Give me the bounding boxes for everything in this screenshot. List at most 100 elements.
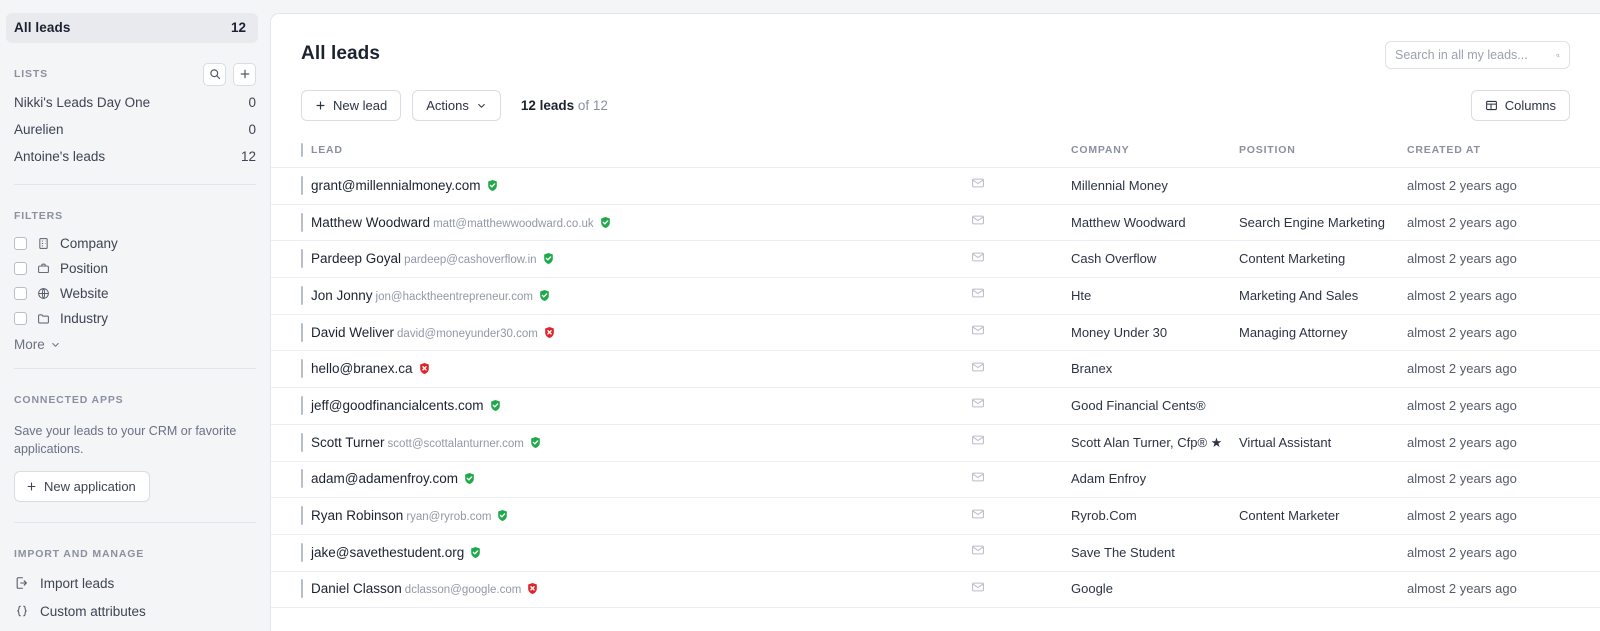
list-item[interactable]: Aurelien 0 — [0, 116, 270, 143]
filter-company[interactable]: Company — [0, 231, 270, 256]
row-checkbox[interactable] — [301, 359, 303, 379]
table-row[interactable]: jake@savethestudent.org Save The Student… — [271, 534, 1600, 572]
verified-badge — [529, 436, 542, 449]
email-icon[interactable] — [971, 213, 985, 227]
filter-checkbox[interactable] — [14, 262, 27, 275]
email-icon[interactable] — [971, 323, 985, 337]
sidebar-item-custom-attributes[interactable]: Custom attributes — [0, 597, 270, 625]
row-checkbox[interactable] — [301, 285, 303, 305]
lead-cell[interactable]: Matthew Woodward matt@matthewwoodward.co.… — [311, 204, 971, 242]
email-icon[interactable] — [971, 286, 985, 300]
email-icon[interactable] — [971, 543, 985, 557]
row-checkbox[interactable] — [301, 432, 303, 452]
email-action-cell[interactable] — [971, 240, 1071, 279]
filter-checkbox[interactable] — [14, 287, 27, 300]
lead-cell[interactable]: David Weliver david@moneyunder30.com — [311, 314, 971, 352]
new-lead-button[interactable]: New lead — [301, 90, 402, 121]
email-action-cell[interactable] — [971, 277, 1071, 315]
lead-cell[interactable]: jake@savethestudent.org — [311, 534, 971, 572]
lead-cell[interactable]: Scott Turner scott@scottalanturner.com — [311, 424, 971, 462]
select-all-checkbox[interactable] — [301, 143, 303, 157]
row-checkbox[interactable] — [301, 579, 303, 599]
row-checkbox[interactable] — [301, 249, 303, 269]
table-row[interactable]: Scott Turner scott@scottalanturner.com Sc… — [271, 424, 1600, 462]
table-row[interactable]: grant@millennialmoney.com Millennial Mon… — [271, 167, 1600, 205]
lead-cell[interactable]: Pardeep Goyal pardeep@cashoverflow.in — [311, 240, 971, 279]
lead-cell[interactable]: grant@millennialmoney.com — [311, 167, 971, 205]
all-leads-label: All leads — [14, 20, 71, 35]
lead-email: david@moneyunder30.com — [397, 327, 538, 340]
plus-icon — [27, 482, 36, 491]
email-action-cell[interactable] — [971, 167, 1071, 205]
created-at-cell: almost 2 years ago — [1407, 167, 1600, 205]
filter-website[interactable]: Website — [0, 281, 270, 306]
actions-button[interactable]: Actions — [412, 90, 501, 121]
email-action-cell[interactable] — [971, 387, 1071, 425]
table-row[interactable]: David Weliver david@moneyunder30.com Mone… — [271, 314, 1600, 352]
email-icon[interactable] — [971, 360, 985, 374]
email-action-cell[interactable] — [971, 424, 1071, 462]
filter-checkbox[interactable] — [14, 237, 27, 250]
position-cell: Marketing And Sales — [1239, 277, 1407, 315]
email-icon[interactable] — [971, 250, 985, 264]
lead-cell[interactable]: jeff@goodfinancialcents.com — [311, 387, 971, 425]
column-header-lead[interactable]: LEAD — [311, 144, 971, 168]
table-row[interactable]: hello@branex.ca Branex almost 2 years ag… — [271, 350, 1600, 389]
sidebar-item-import-leads[interactable]: Import leads — [0, 569, 270, 597]
email-action-cell[interactable] — [971, 204, 1071, 242]
email-icon[interactable] — [971, 580, 985, 594]
lead-cell[interactable]: adam@adamenfroy.com — [311, 461, 971, 499]
lists-search-button[interactable] — [203, 62, 226, 86]
row-checkbox[interactable] — [301, 175, 303, 195]
row-checkbox[interactable] — [301, 212, 303, 232]
search-box[interactable] — [1385, 41, 1570, 69]
row-checkbox[interactable] — [301, 506, 303, 526]
sidebar-item-settings[interactable]: Settings — [0, 625, 270, 631]
company-cell: Millennial Money — [1071, 167, 1239, 205]
column-header-company[interactable]: COMPANY — [1071, 144, 1239, 168]
email-action-cell[interactable] — [971, 534, 1071, 572]
row-checkbox[interactable] — [301, 542, 303, 562]
table-row[interactable]: Daniel Classon dclasson@google.com Google… — [271, 571, 1600, 609]
columns-button[interactable]: Columns — [1470, 90, 1570, 121]
email-action-cell[interactable] — [971, 461, 1071, 499]
position-cell: Content Marketer — [1239, 497, 1407, 535]
filter-industry[interactable]: Industry — [0, 306, 270, 331]
search-input[interactable] — [1395, 48, 1556, 62]
lead-cell[interactable]: Ryan Robinson ryan@ryrob.com — [311, 497, 971, 535]
row-checkbox[interactable] — [301, 322, 303, 342]
table-row[interactable]: Pardeep Goyal pardeep@cashoverflow.in Cas… — [271, 240, 1600, 279]
email-icon[interactable] — [971, 433, 985, 447]
row-checkbox[interactable] — [301, 469, 303, 489]
lead-cell[interactable]: Daniel Classon dclasson@google.com — [311, 571, 971, 609]
email-icon[interactable] — [971, 507, 985, 521]
sidebar-item-all-leads[interactable]: All leads 12 — [6, 13, 258, 43]
column-header-created-at[interactable]: CREATED AT — [1407, 144, 1600, 168]
email-action-cell[interactable] — [971, 571, 1071, 609]
filter-position[interactable]: Position — [0, 256, 270, 281]
email-action-cell[interactable] — [971, 314, 1071, 352]
email-action-cell[interactable] — [971, 350, 1071, 389]
lists-add-button[interactable] — [233, 62, 256, 86]
table-row[interactable]: Jon Jonny jon@hacktheentrepreneur.com Hte… — [271, 277, 1600, 315]
filter-checkbox[interactable] — [14, 312, 27, 325]
list-item[interactable]: Nikki's Leads Day One 0 — [0, 89, 270, 116]
column-header-position[interactable]: POSITION — [1239, 144, 1407, 168]
email-action-cell[interactable] — [971, 497, 1071, 535]
email-icon[interactable] — [971, 470, 985, 484]
table-row[interactable]: Ryan Robinson ryan@ryrob.com Ryrob.Com Co… — [271, 497, 1600, 535]
email-icon[interactable] — [971, 396, 985, 410]
email-icon[interactable] — [971, 176, 985, 190]
filters-more-button[interactable]: More — [0, 331, 270, 354]
table-row[interactable]: jeff@goodfinancialcents.com Good Financi… — [271, 387, 1600, 425]
new-application-button[interactable]: New application — [14, 471, 150, 503]
created-at-cell: almost 2 years ago — [1407, 277, 1600, 315]
verified-badge — [489, 399, 502, 412]
list-item[interactable]: Antoine's leads 12 — [0, 143, 270, 170]
lead-cell[interactable]: Jon Jonny jon@hacktheentrepreneur.com — [311, 277, 971, 315]
lead-cell[interactable]: hello@branex.ca — [311, 350, 971, 389]
table-row[interactable]: Matthew Woodward matt@matthewwoodward.co.… — [271, 204, 1600, 242]
leads-count-bold: 12 leads — [520, 98, 575, 113]
table-row[interactable]: adam@adamenfroy.com Adam Enfroy almost 2… — [271, 461, 1600, 499]
row-checkbox[interactable] — [301, 395, 303, 415]
